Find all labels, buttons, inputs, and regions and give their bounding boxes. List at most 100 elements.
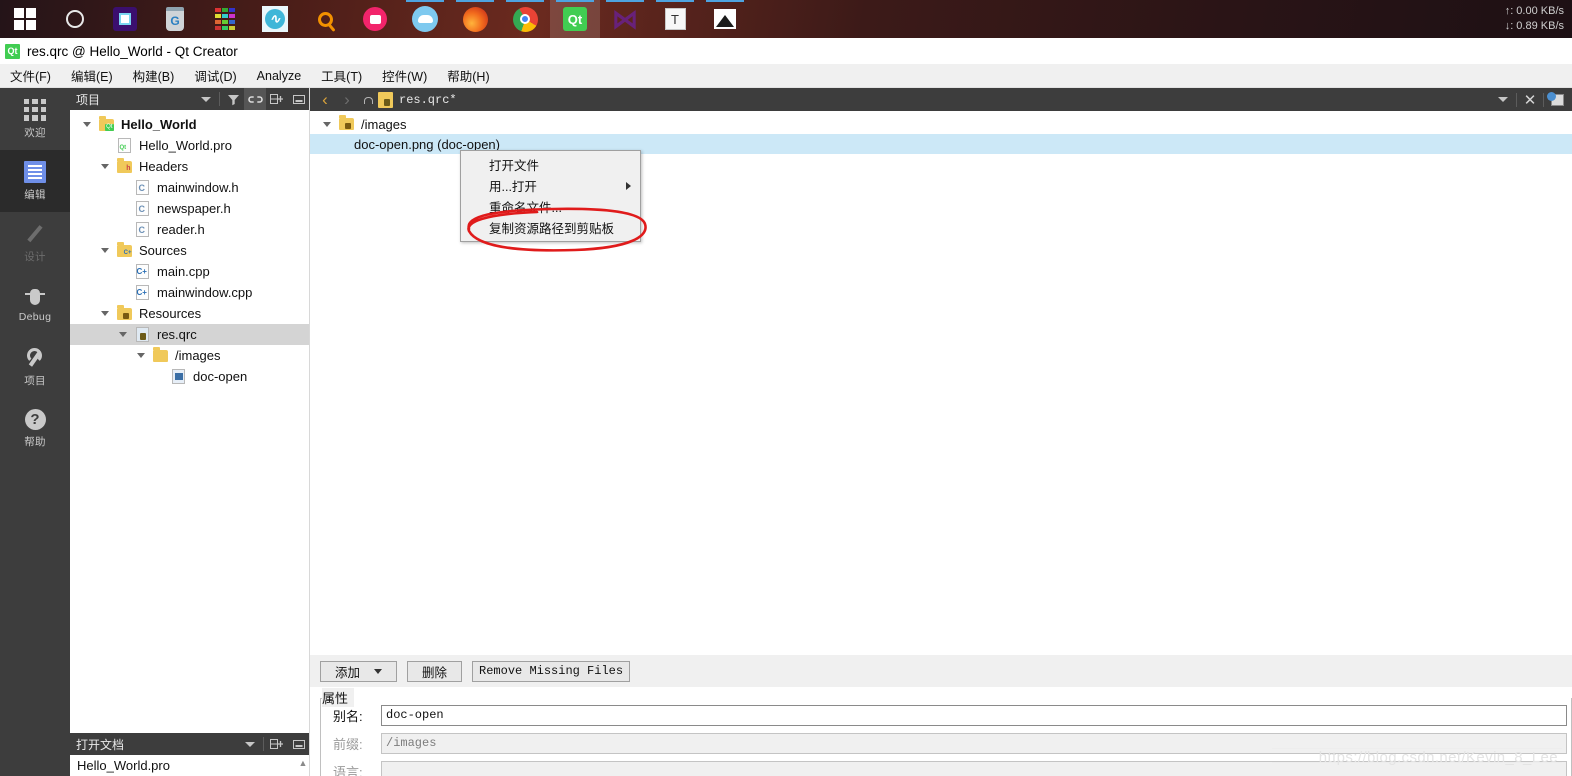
tree-item-sources[interactable]: Sources bbox=[70, 240, 310, 261]
menu-window[interactable]: 控件(W) bbox=[372, 64, 437, 88]
c-header-file-icon bbox=[132, 180, 152, 195]
close-panel-button[interactable] bbox=[288, 88, 310, 110]
expander[interactable] bbox=[114, 332, 132, 337]
expander[interactable] bbox=[96, 164, 114, 169]
tree-item-mainwindow-cpp[interactable]: mainwindow.cpp bbox=[70, 282, 310, 303]
tree-label: Hello_World bbox=[121, 117, 197, 132]
tree-item-main-cpp[interactable]: main.cpp bbox=[70, 261, 310, 282]
tree-label: res.qrc bbox=[157, 327, 197, 342]
onedrive-app-button[interactable] bbox=[400, 0, 450, 38]
mode-welcome[interactable]: 欢迎 bbox=[0, 88, 70, 150]
windows-taskbar: G ∿ Qt ⋈ T ↑: 0.00 KB/s ↓: 0.89 KB/s bbox=[0, 0, 1572, 38]
menu-analyze[interactable]: Analyze bbox=[247, 64, 311, 88]
scroll-up-arrow[interactable]: ▲ bbox=[298, 757, 308, 769]
add-button[interactable]: 添加 bbox=[320, 660, 398, 682]
headers-folder-icon bbox=[114, 157, 134, 173]
chrome-app-button[interactable] bbox=[500, 0, 550, 38]
picture-icon bbox=[714, 9, 736, 29]
start-button[interactable] bbox=[0, 0, 50, 38]
split-add-icon bbox=[270, 738, 283, 749]
list-item[interactable]: Hello_World.pro bbox=[77, 758, 310, 773]
menu-edit[interactable]: 编辑(E) bbox=[61, 64, 123, 88]
opendocs-close-button[interactable] bbox=[288, 733, 310, 755]
colors-app-button[interactable] bbox=[200, 0, 250, 38]
editor-dropdown-button[interactable] bbox=[1492, 89, 1514, 111]
context-menu-open-with[interactable]: 用...打开 bbox=[461, 175, 640, 196]
menu-tools[interactable]: 工具(T) bbox=[311, 64, 372, 88]
context-menu-label: 重命名文件... bbox=[489, 201, 562, 215]
tree-label: newspaper.h bbox=[157, 201, 231, 216]
split-button[interactable] bbox=[266, 88, 288, 110]
tree-item-mainwindow-h[interactable]: mainwindow.h bbox=[70, 177, 310, 198]
panel-dropdown-button[interactable] bbox=[195, 88, 217, 110]
close-document-button[interactable]: ✕ bbox=[1519, 89, 1541, 111]
tree-item-newspaper-h[interactable]: newspaper.h bbox=[70, 198, 310, 219]
recycle-app-button[interactable]: G bbox=[150, 0, 200, 38]
cpp-file-icon bbox=[132, 285, 152, 300]
project-panel-title: 项目 bbox=[76, 92, 101, 107]
menu-file[interactable]: 文件(F) bbox=[0, 64, 61, 88]
mode-debug-label: Debug bbox=[18, 311, 52, 323]
chrome-icon bbox=[512, 6, 538, 32]
mode-help[interactable]: ? 帮助 bbox=[0, 398, 70, 460]
mode-edit[interactable]: 编辑 bbox=[0, 150, 70, 212]
project-panel-header: 项目 bbox=[70, 88, 310, 110]
tree-label: Resources bbox=[139, 306, 202, 321]
tree-item-doc-open[interactable]: doc-open bbox=[70, 366, 310, 387]
typora-app-button[interactable]: T bbox=[650, 0, 700, 38]
photos-app-button[interactable] bbox=[700, 0, 750, 38]
tree-item-hello-world[interactable]: Hello_World bbox=[70, 114, 310, 135]
visual-studio-app-button[interactable]: ⋈ bbox=[600, 0, 650, 38]
tree-item-res-qrc[interactable]: res.qrc bbox=[70, 324, 310, 345]
remove-button-label: 删除 bbox=[422, 665, 448, 680]
context-menu-copy-resource-path[interactable]: 复制资源路径到剪贴板 bbox=[461, 217, 640, 238]
expander[interactable] bbox=[96, 248, 114, 253]
expander[interactable] bbox=[132, 353, 150, 358]
navigate-forward-button[interactable]: › bbox=[336, 89, 358, 111]
camera-app-button[interactable] bbox=[350, 0, 400, 38]
unlocked-icon[interactable] bbox=[358, 89, 378, 111]
sync-with-editor-button[interactable] bbox=[244, 88, 266, 110]
minimize-icon bbox=[293, 94, 305, 104]
mode-design[interactable]: 设计 bbox=[0, 212, 70, 274]
tree-item-hello-world-pro[interactable]: Hello_World.pro bbox=[70, 135, 310, 156]
alias-field[interactable]: doc-open bbox=[381, 704, 1567, 726]
expander[interactable] bbox=[96, 311, 114, 316]
remove-missing-files-button[interactable]: Remove Missing Files bbox=[472, 660, 631, 682]
chip-icon bbox=[113, 7, 137, 31]
chip-app-button[interactable] bbox=[100, 0, 150, 38]
opendocs-dropdown-button[interactable] bbox=[239, 733, 261, 755]
mode-debug[interactable]: Debug bbox=[0, 274, 70, 336]
menu-help[interactable]: 帮助(H) bbox=[437, 64, 499, 88]
context-menu-open-file[interactable]: 打开文件 bbox=[461, 154, 640, 175]
qt-creator-app-button[interactable]: Qt bbox=[550, 0, 600, 38]
context-menu-label: 打开文件 bbox=[489, 159, 540, 173]
tree-item-headers[interactable]: Headers bbox=[70, 156, 310, 177]
remove-button[interactable]: 删除 bbox=[407, 660, 463, 682]
menu-bar: 文件(F) 编辑(E) 构建(B) 调试(D) Analyze 工具(T) 控件… bbox=[0, 64, 1572, 88]
firefox-app-button[interactable] bbox=[450, 0, 500, 38]
navigate-back-button[interactable]: ‹ bbox=[314, 89, 336, 111]
menu-debug[interactable]: 调试(D) bbox=[184, 64, 246, 88]
mode-projects[interactable]: 项目 bbox=[0, 336, 70, 398]
chevron-down-icon bbox=[101, 248, 109, 253]
windows-logo-icon bbox=[14, 8, 36, 30]
menu-build[interactable]: 构建(B) bbox=[123, 64, 185, 88]
opendocs-split-button[interactable] bbox=[266, 733, 288, 755]
monitor-app-button[interactable]: ∿ bbox=[250, 0, 300, 38]
context-menu-rename-file[interactable]: 重命名文件... bbox=[461, 196, 640, 217]
resource-prefix-row[interactable]: /images bbox=[310, 114, 1572, 134]
everything-search-button[interactable] bbox=[300, 0, 350, 38]
cortana-search-button[interactable] bbox=[50, 0, 100, 38]
split-editor-button[interactable] bbox=[1546, 89, 1568, 111]
pulse-icon: ∿ bbox=[262, 6, 288, 32]
tree-item-resources[interactable]: Resources bbox=[70, 303, 310, 324]
chevron-down-icon bbox=[101, 164, 109, 169]
tree-item-reader-h[interactable]: reader.h bbox=[70, 219, 310, 240]
expander[interactable] bbox=[318, 121, 336, 127]
filter-button[interactable] bbox=[222, 88, 244, 110]
tree-item-images-prefix[interactable]: /images bbox=[70, 345, 310, 366]
c-header-file-icon bbox=[132, 201, 152, 216]
wrench-icon bbox=[24, 347, 46, 369]
expander[interactable] bbox=[78, 122, 96, 127]
